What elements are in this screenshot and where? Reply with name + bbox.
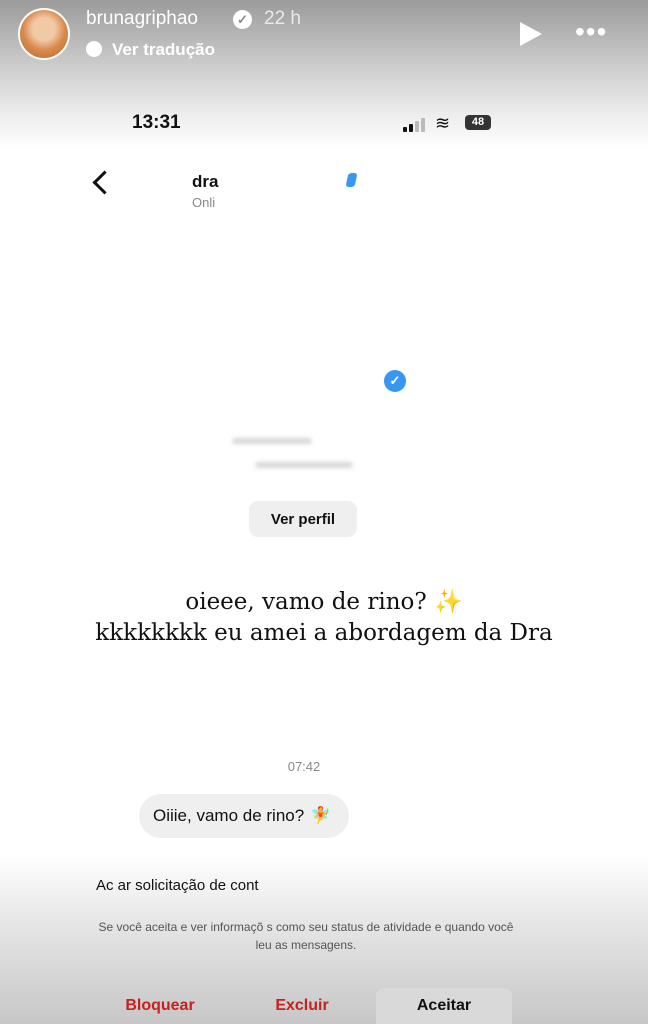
view-profile-button[interactable]: Ver perfil: [249, 501, 357, 537]
story-avatar[interactable]: [18, 8, 70, 60]
delete-button[interactable]: Excluir: [252, 988, 352, 1024]
message-text: Oiiie, vamo de rino?: [153, 806, 305, 825]
block-button[interactable]: Bloquear: [110, 988, 210, 1024]
blurred-profile-line: [255, 462, 353, 468]
battery-icon: 48: [465, 115, 491, 130]
chat-contact-status: Onli: [192, 195, 216, 210]
story-time-ago: 22 h: [264, 8, 301, 29]
profile-verified-icon: ✓: [384, 370, 406, 392]
chat-contact-name[interactable]: dra: [192, 172, 218, 192]
translate-link[interactable]: Ver tradução: [86, 40, 215, 60]
back-chevron-icon[interactable]: [92, 170, 117, 195]
signal-icon: [403, 118, 427, 132]
accept-request-info: Se você aceita e ver informaçõ s como se…: [98, 920, 514, 952]
play-icon[interactable]: [520, 22, 542, 46]
story-caption-line-1: oieee, vamo de rino? ✨: [0, 588, 648, 615]
blurred-profile-line: [232, 438, 312, 444]
translate-icon: [86, 41, 102, 57]
story-caption-line-2: kkkkkkkk eu amei a abordagem da Dra: [95, 620, 553, 646]
story-username[interactable]: brunagriphao: [86, 8, 198, 30]
verified-badge-icon: [345, 173, 358, 187]
message-bubble[interactable]: Oiiie, vamo de rino? 🧚: [139, 794, 350, 838]
fairy-icon: 🧚: [310, 806, 332, 825]
caption-text: oieee, vamo de rino?: [185, 589, 427, 615]
sparkle-icon: ✨: [434, 589, 463, 615]
more-options-icon[interactable]: •••: [575, 18, 607, 46]
status-bar-time: 13:31: [132, 112, 181, 133]
message-timestamp: 07:42: [287, 759, 321, 774]
verified-icon: ✓: [233, 10, 252, 29]
translate-label: Ver tradução: [112, 40, 215, 59]
accept-request-title: Ac ar solicitação de cont: [96, 877, 259, 894]
accept-button[interactable]: Aceitar: [376, 988, 512, 1024]
wifi-icon: ≋: [435, 113, 451, 133]
